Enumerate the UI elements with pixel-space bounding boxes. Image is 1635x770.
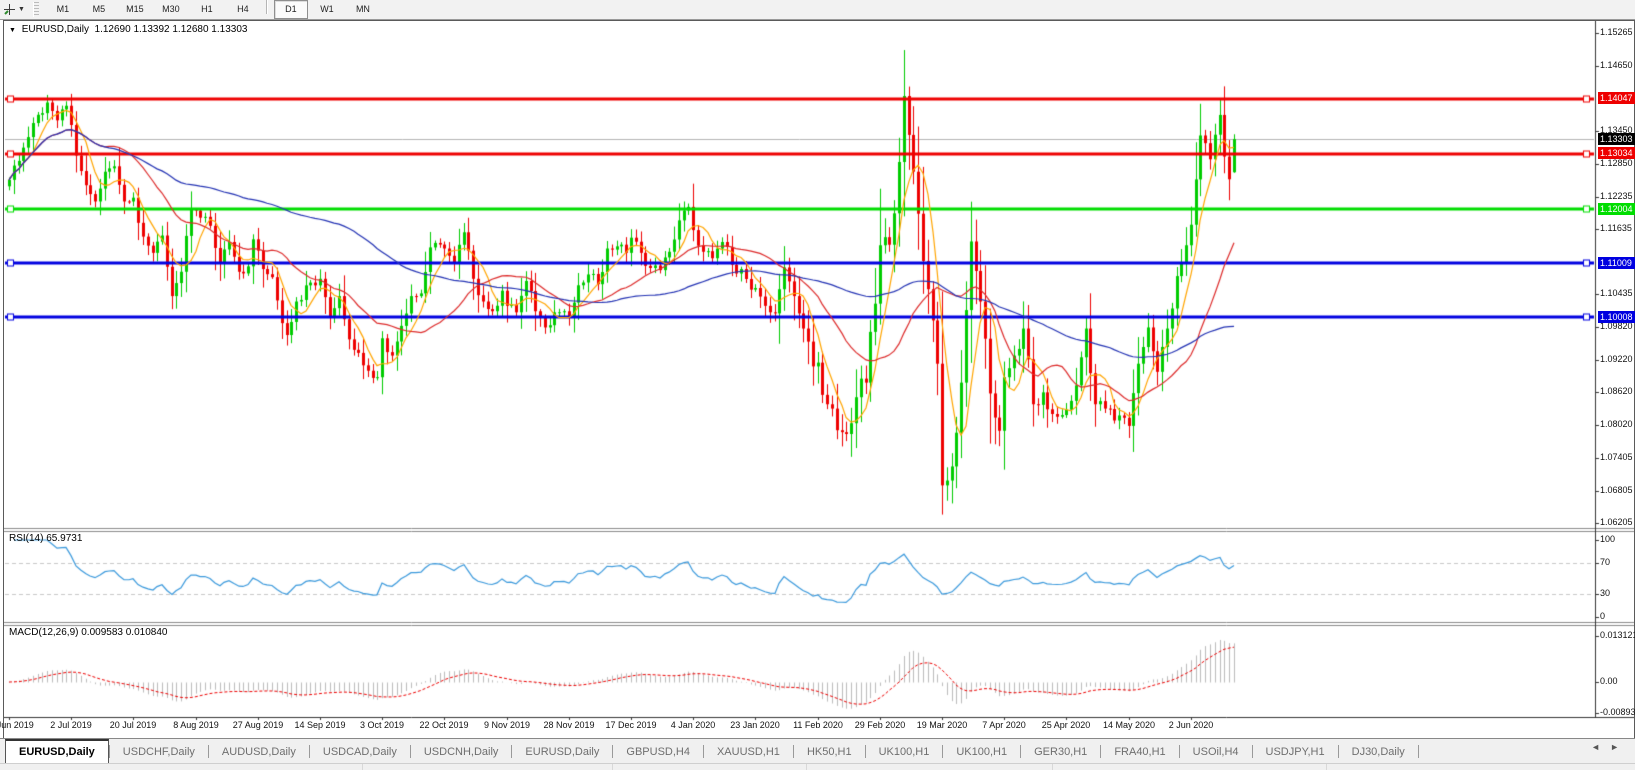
price-axis-tick-label: 1.09820 bbox=[1600, 321, 1633, 331]
tab-divider bbox=[1418, 745, 1419, 758]
rsi-scale-label: 100 bbox=[1600, 534, 1615, 544]
date-axis-label: 11 Feb 2020 bbox=[793, 720, 843, 730]
price-axis-tick-label: 1.07405 bbox=[1600, 452, 1633, 462]
price-axis-tick-label: 1.06805 bbox=[1600, 485, 1633, 495]
timeframe-button-m15[interactable]: M15 bbox=[118, 0, 152, 19]
timeframe-button-m30[interactable]: M30 bbox=[154, 0, 188, 19]
tab-scroll-left-icon[interactable]: ◄ bbox=[1591, 742, 1610, 752]
rsi-indicator-label: RSI(14) 65.9731 bbox=[9, 533, 82, 544]
date-axis-label: 8 Aug 2019 bbox=[173, 720, 219, 730]
macd-indicator-label: MACD(12,26,9) 0.009583 0.010840 bbox=[9, 627, 167, 638]
price-line-badge: 1.13034 bbox=[1598, 147, 1635, 159]
toolbar-grip-handle[interactable] bbox=[33, 2, 39, 17]
macd-scale-label: 0.013121 bbox=[1600, 630, 1635, 640]
price-axis-tick-label: 1.10435 bbox=[1600, 288, 1633, 298]
chart-tab-dj30-daily[interactable]: DJ30,Daily bbox=[1339, 739, 1418, 764]
price-axis-tick-label: 1.11635 bbox=[1600, 223, 1632, 233]
chart-tab-eurusd-daily[interactable]: EURUSD,Daily bbox=[5, 739, 109, 764]
price-axis-tick-label: 1.14650 bbox=[1600, 60, 1633, 70]
tab-scroll-arrows: ◄► bbox=[1591, 742, 1629, 752]
cursor-dropdown-caret-icon[interactable]: ▼ bbox=[18, 6, 25, 13]
timeframe-toolbar: ▼ M1M5M15M30H1H4 D1W1MN bbox=[0, 0, 1635, 20]
date-axis-label: 4 Jan 2020 bbox=[671, 720, 716, 730]
status-bar-separator bbox=[362, 764, 363, 770]
current-price-badge: 1.13303 bbox=[1598, 133, 1635, 145]
chart-tab-usdcnh-daily[interactable]: USDCNH,Daily bbox=[411, 739, 512, 764]
rsi-scale-label: 30 bbox=[1600, 588, 1610, 598]
date-axis-label: 14 May 2020 bbox=[1103, 720, 1155, 730]
chart-canvas[interactable] bbox=[4, 21, 1634, 738]
price-axis-tick-label: 1.09220 bbox=[1600, 354, 1633, 364]
timeframe-button-w1[interactable]: W1 bbox=[310, 0, 344, 19]
chart-tab-eurusd-daily[interactable]: EURUSD,Daily bbox=[512, 739, 612, 764]
toolbar-separator bbox=[266, 0, 268, 14]
status-bar-separator bbox=[612, 764, 613, 770]
chart-tab-fra40-h1[interactable]: FRA40,H1 bbox=[1101, 739, 1178, 764]
chart-tab-gbpusd-h4[interactable]: GBPUSD,H4 bbox=[613, 739, 703, 764]
date-axis-label: 20 Jul 2019 bbox=[110, 720, 157, 730]
timeframe-buttons: M1M5M15M30H1H4 D1W1MN bbox=[45, 0, 381, 19]
chart-tab-usoil-h4[interactable]: USOil,H4 bbox=[1180, 739, 1252, 764]
date-axis-label: 25 Apr 2020 bbox=[1042, 720, 1091, 730]
date-axis-label: 13 Jun 2019 bbox=[0, 720, 34, 730]
timeframe-button-h1[interactable]: H1 bbox=[190, 0, 224, 19]
chart-tab-hk50-h1[interactable]: HK50,H1 bbox=[794, 739, 865, 764]
chart-window: ▼ EURUSD,Daily 1.12690 1.13392 1.12680 1… bbox=[3, 20, 1635, 739]
price-line-badge: 1.10008 bbox=[1598, 311, 1635, 323]
price-line-badge: 1.12004 bbox=[1598, 203, 1635, 215]
chart-collapse-caret-icon[interactable]: ▼ bbox=[9, 27, 16, 34]
rsi-scale-label: 0 bbox=[1600, 611, 1605, 621]
timeframe-button-m5[interactable]: M5 bbox=[82, 0, 116, 19]
status-bar-separator bbox=[1052, 764, 1053, 770]
timeframe-button-h4[interactable]: H4 bbox=[226, 0, 260, 19]
price-axis-tick-label: 1.15265 bbox=[1600, 27, 1633, 37]
mt4-terminal: ▼ M1M5M15M30H1H4 D1W1MN ▼ EURUSD,Daily 1.… bbox=[0, 0, 1635, 770]
price-line-badge: 1.14047 bbox=[1598, 92, 1635, 104]
date-axis-label: 23 Jan 2020 bbox=[730, 720, 780, 730]
rsi-scale-label: 70 bbox=[1600, 557, 1610, 567]
price-axis-tick-label: 1.12235 bbox=[1600, 191, 1633, 201]
chart-tab-ger30-h1[interactable]: GER30,H1 bbox=[1021, 739, 1100, 764]
macd-scale-label: -0.00893 bbox=[1600, 707, 1635, 717]
date-axis-label: 14 Sep 2019 bbox=[294, 720, 345, 730]
date-axis-label: 27 Aug 2019 bbox=[233, 720, 284, 730]
crosshair-cursor-icon[interactable] bbox=[2, 2, 17, 17]
chart-title-ohlc: 1.12690 1.13392 1.12680 1.13303 bbox=[95, 24, 248, 35]
date-axis-label: 19 Mar 2020 bbox=[917, 720, 968, 730]
status-bar-separator bbox=[1326, 764, 1327, 770]
date-axis-label: 3 Oct 2019 bbox=[360, 720, 404, 730]
chart-tab-audusd-daily[interactable]: AUDUSD,Daily bbox=[209, 739, 309, 764]
date-axis-label: 9 Nov 2019 bbox=[484, 720, 530, 730]
price-axis-tick-label: 1.08020 bbox=[1600, 419, 1633, 429]
price-line-badge: 1.11009 bbox=[1598, 257, 1635, 269]
date-axis-label: 17 Dec 2019 bbox=[605, 720, 656, 730]
timeframe-button-mn[interactable]: MN bbox=[346, 0, 380, 19]
date-axis-label: 2 Jun 2020 bbox=[1169, 720, 1214, 730]
timeframe-button-d1[interactable]: D1 bbox=[274, 0, 308, 19]
status-bar-separator bbox=[806, 764, 807, 770]
chart-tab-usdchf-daily[interactable]: USDCHF,Daily bbox=[110, 739, 208, 764]
date-axis-label: 2 Jul 2019 bbox=[50, 720, 92, 730]
chart-title-symbol: EURUSD,Daily bbox=[22, 24, 89, 35]
price-axis-tick-label: 1.08620 bbox=[1600, 386, 1633, 396]
chart-tab-uk100-h1[interactable]: UK100,H1 bbox=[866, 739, 943, 764]
timeframe-button-m1[interactable]: M1 bbox=[46, 0, 80, 19]
date-axis-label: 28 Nov 2019 bbox=[543, 720, 594, 730]
chart-tab-uk100-h1[interactable]: UK100,H1 bbox=[943, 739, 1020, 764]
chart-tab-xauusd-h1[interactable]: XAUUSD,H1 bbox=[704, 739, 793, 764]
date-axis-label: 29 Feb 2020 bbox=[855, 720, 906, 730]
tab-scroll-right-icon[interactable]: ► bbox=[1610, 742, 1629, 752]
chart-tab-usdjpy-h1[interactable]: USDJPY,H1 bbox=[1253, 739, 1338, 764]
chart-tab-usdcad-daily[interactable]: USDCAD,Daily bbox=[310, 739, 410, 764]
date-axis-label: 7 Apr 2020 bbox=[982, 720, 1026, 730]
chart-title: ▼ EURUSD,Daily 1.12690 1.13392 1.12680 1… bbox=[9, 24, 247, 35]
chart-tabs-bar: EURUSD,DailyUSDCHF,DailyAUDUSD,DailyUSDC… bbox=[0, 738, 1635, 764]
status-bar bbox=[0, 763, 1635, 770]
price-axis-tick-label: 1.06205 bbox=[1600, 517, 1633, 527]
macd-scale-label: 0.00 bbox=[1600, 676, 1618, 686]
date-axis-label: 22 Oct 2019 bbox=[419, 720, 468, 730]
